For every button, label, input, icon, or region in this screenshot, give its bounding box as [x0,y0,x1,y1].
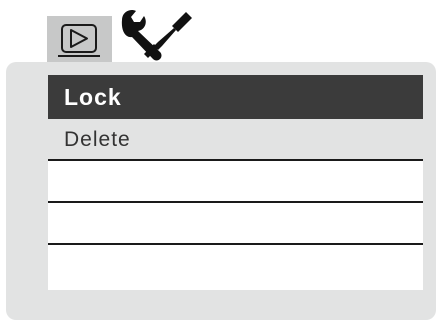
menu-item-label: Delete [64,128,131,151]
menu-item-empty [48,161,423,202]
menu-item-delete[interactable]: Delete [48,119,423,161]
menu-item-empty [48,202,423,244]
settings-tools-icon [121,10,192,61]
tab-bar [0,0,437,62]
menu-divider [48,243,423,245]
menu-item-label: Lock [64,84,122,110]
menu-item-empty [48,244,423,290]
tab-settings[interactable] [120,8,200,62]
menu-item-lock[interactable]: Lock [48,75,423,119]
menu-divider [48,201,423,203]
tab-playback[interactable] [47,16,112,62]
menu-divider [48,159,423,161]
play-icon [58,24,100,57]
menu-list: Lock Delete [48,75,423,290]
